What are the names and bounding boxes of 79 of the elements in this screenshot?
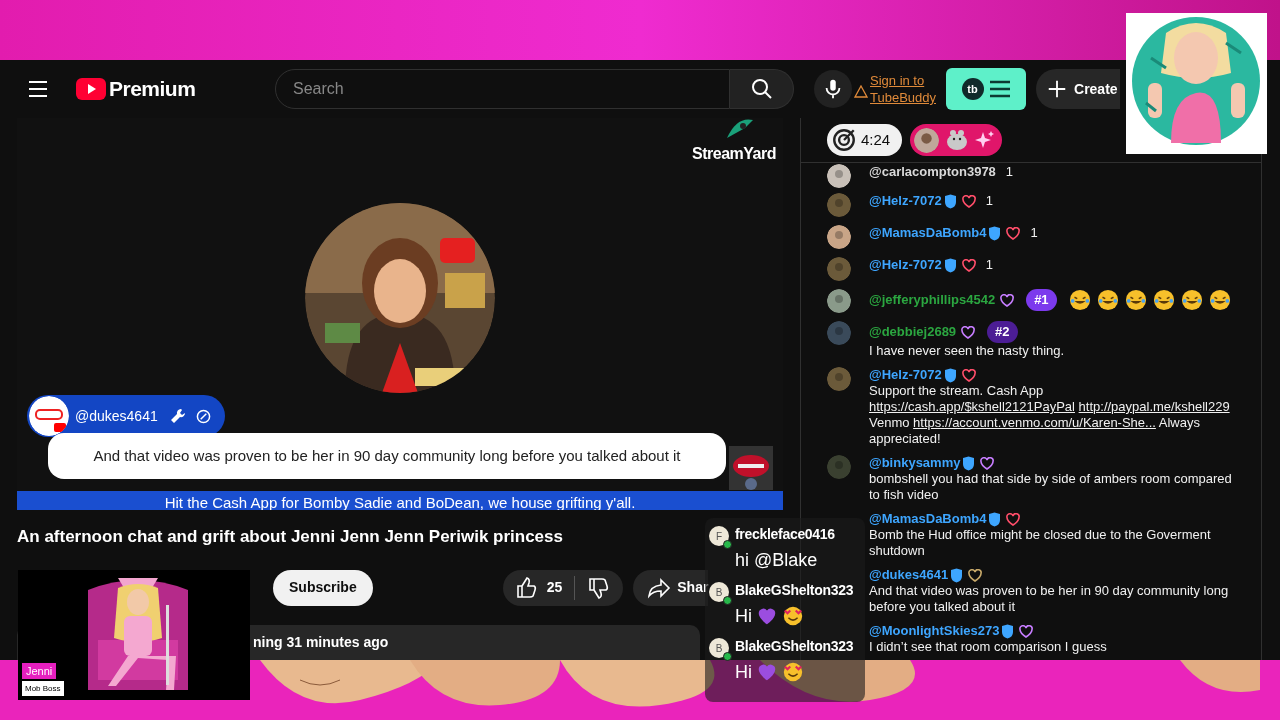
voice-search-button[interactable] xyxy=(814,70,852,108)
rank-badge: #2 xyxy=(987,321,1018,343)
avatar xyxy=(827,367,851,391)
chat-message: 1 xyxy=(985,257,993,273)
chat-author[interactable]: @MamasDaBomb4 xyxy=(869,225,987,241)
chat-author[interactable]: @MoonlightSkies273 xyxy=(869,623,1000,639)
chat-message: Hi xyxy=(735,660,752,684)
chat-message: 1 xyxy=(1005,164,1014,180)
reactions-chip[interactable] xyxy=(910,124,1003,156)
tubebuddy-button[interactable]: tb xyxy=(946,68,1026,110)
chat-author[interactable]: @Helz-7072 xyxy=(869,367,942,383)
target-icon xyxy=(831,127,857,153)
chat-author: BlakeGShelton323 xyxy=(735,637,854,656)
chat-author[interactable]: @MamasDaBomb4 xyxy=(869,511,987,527)
chat-author[interactable]: @debbiej2689 xyxy=(869,324,957,340)
chat-message: 1 xyxy=(985,193,993,209)
laughing-emoji-icon xyxy=(1124,289,1147,311)
chat-message: bombshell you had that side by side of ambers room compared to fish video xyxy=(869,471,1233,503)
chat-author[interactable]: @carlacompton3978 xyxy=(869,164,996,180)
chat-author: freckleface0416 xyxy=(735,525,835,544)
warning-icon xyxy=(854,85,868,98)
chat-author: BlakeGShelton323 xyxy=(735,581,854,600)
logo-text[interactable]: Premium xyxy=(109,73,196,105)
chat-message: I didn’t see that room comparison I guess xyxy=(869,639,1108,655)
share-icon xyxy=(647,575,672,600)
chat-author[interactable]: @dukes4641 xyxy=(869,567,949,583)
rank-badge: #1 xyxy=(1026,289,1057,311)
avatar xyxy=(827,164,851,188)
wrench-icon xyxy=(169,408,186,424)
chat-message: hi @Blake xyxy=(735,548,818,572)
thumbs-up-icon xyxy=(514,575,539,600)
timer-text: 4:24 xyxy=(861,129,891,150)
chat-author[interactable]: @Helz-7072 xyxy=(869,193,942,209)
avatar xyxy=(29,396,69,436)
chat-message: And that video was proven to be her in 90 day community long before you talked about it xyxy=(869,583,1230,615)
comment-bubble: And that video was proven to be her in 90 day community long before you talked about it xyxy=(48,433,726,479)
sparkle-icon xyxy=(975,130,996,150)
upload-time: ning 31 minutes ago xyxy=(253,632,389,652)
brand-label: StreamYard xyxy=(692,144,776,164)
create-button[interactable]: Create xyxy=(1036,69,1120,109)
avatar xyxy=(827,455,851,479)
laughing-emoji-icon xyxy=(1068,289,1091,311)
chat-author[interactable]: @jefferyphillips4542 xyxy=(869,292,996,308)
avatar xyxy=(827,225,851,249)
chat-link[interactable]: http://paypal.me/kshell229 xyxy=(1078,399,1230,414)
chat-message: Bomb the Hud office might be closed due to the Goverment shutdown xyxy=(869,527,1212,559)
chat-message: Hi xyxy=(735,604,752,628)
chat-message: Support the stream. Cash App https://cash.app/$kshell2121PayPal http://paypal.me/kshell229 Venmo https://account.venmo.com/u/Karen-She... Always appreciated! xyxy=(869,383,1231,447)
smiling-emoji-icon xyxy=(782,661,804,683)
avatar xyxy=(827,193,851,217)
menu-icon xyxy=(988,80,1011,98)
share-button[interactable]: Shar xyxy=(633,569,709,606)
avatar xyxy=(914,127,940,153)
plus-icon xyxy=(1046,78,1068,100)
sign-in-link[interactable]: Sign in to xyxy=(870,72,936,89)
search-button[interactable] xyxy=(730,69,794,109)
laughing-emoji-icon xyxy=(1152,289,1175,311)
chat-author[interactable]: @Helz-7072 xyxy=(869,257,942,273)
laughing-emoji-icon xyxy=(1180,289,1203,311)
chat-author[interactable]: @binkysammy xyxy=(869,455,961,471)
avatar xyxy=(827,289,851,313)
avatar xyxy=(827,257,851,281)
laughing-emoji-icon xyxy=(1096,289,1119,311)
author-name: @dukes4641 xyxy=(75,406,158,426)
tubebuddy-logo: tb xyxy=(961,78,984,100)
chat-link[interactable]: https://cash.app/$kshell2121PayPal xyxy=(869,399,1075,414)
search-icon xyxy=(749,77,774,101)
video-title: An afternoon chat and grift about Jenni Jenn Jenn Periwik princess xyxy=(17,525,563,548)
smiling-emoji-icon xyxy=(782,605,804,627)
sign-in-link[interactable]: TubeBuddy xyxy=(870,89,936,106)
hippo-icon xyxy=(945,129,970,151)
chat-message: I have never seen the nasty thing. xyxy=(869,343,1066,359)
search-field[interactable]: Search xyxy=(275,69,730,109)
avatar xyxy=(827,321,851,345)
chat-message: 1 xyxy=(1030,225,1038,241)
chat-link[interactable]: https://account.venmo.com/u/Karen-She... xyxy=(913,415,1156,430)
play-logo-icon[interactable] xyxy=(76,78,106,100)
subscribe-button[interactable]: Subscribe xyxy=(273,569,373,606)
laughing-emoji-icon xyxy=(1208,289,1231,311)
